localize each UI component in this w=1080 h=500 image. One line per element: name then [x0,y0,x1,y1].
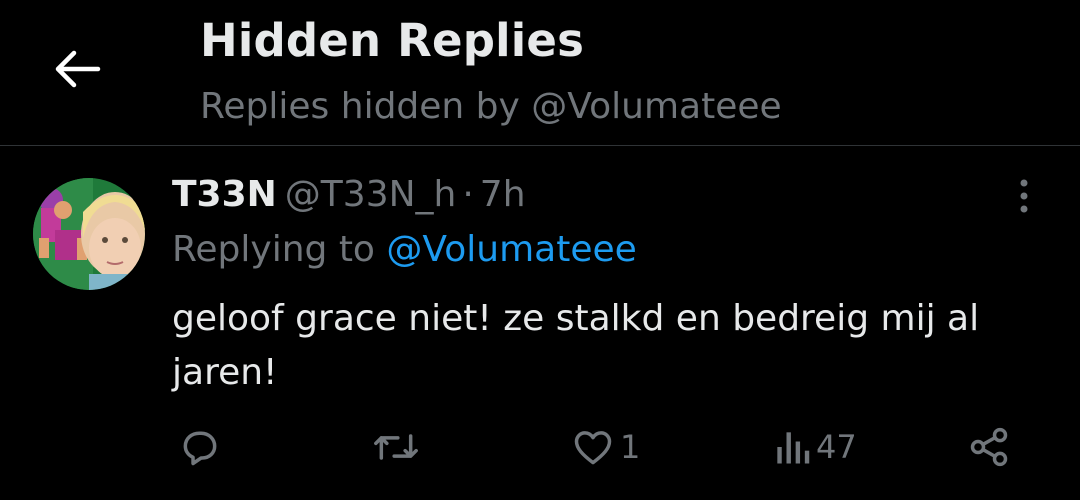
tweet[interactable]: T33N @T33N_h · 7h Replying to @Volumateee g… [0,146,1080,500]
back-button[interactable] [44,36,110,102]
avatar-image [33,178,145,290]
like-count: 1 [620,428,641,466]
hidden-replies-screen: Hidden Replies Replies hidden by @Voluma… [0,0,1080,500]
user-handle[interactable]: @T33N_h [285,174,457,215]
like-button[interactable]: 1 [570,422,640,472]
timestamp[interactable]: 7h [480,174,526,215]
display-name[interactable]: T33N [172,174,277,215]
reply-button[interactable] [178,422,226,472]
share-icon [970,427,1008,467]
replying-to-handle-link[interactable]: @Volumateee [386,229,636,270]
page-title: Hidden Replies [200,14,585,67]
reply-icon [183,431,217,466]
separator-dot: · [462,174,474,215]
more-vertical-icon [1020,179,1028,213]
heart-icon [574,431,612,465]
views-icon [777,432,810,464]
more-options-button[interactable] [1004,176,1044,216]
share-button[interactable] [966,422,1012,472]
tweet-header: T33N @T33N_h · 7h [172,174,526,215]
arrow-left-icon [55,50,101,88]
avatar[interactable] [33,178,145,290]
tweet-actions: 1 47 [0,422,1080,472]
views-button[interactable]: 47 [772,422,857,472]
views-count: 47 [816,428,857,466]
header: Hidden Replies Replies hidden by @Voluma… [0,0,1080,146]
retweet-button[interactable] [372,422,424,472]
tweet-text: geloof grace niet! ze stalkd en bedreig … [172,298,980,393]
retweet-icon [374,434,418,460]
replying-to: Replying to @Volumateee [172,229,637,270]
page-subtitle: Replies hidden by @Volumateee [200,86,782,127]
replying-to-prefix: Replying to [172,229,387,270]
